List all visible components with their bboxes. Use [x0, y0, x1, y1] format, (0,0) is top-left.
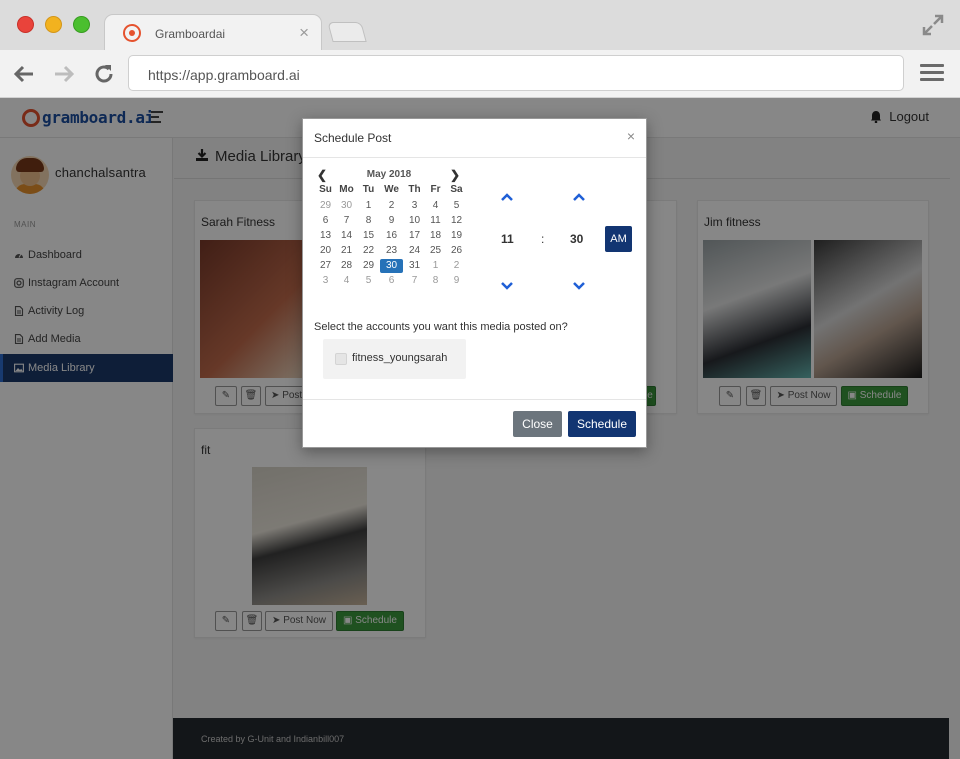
- calendar-day[interactable]: 3: [403, 199, 426, 213]
- calendar-day[interactable]: 2: [445, 259, 468, 273]
- minute-up-icon[interactable]: [573, 193, 585, 201]
- calendar-day[interactable]: 4: [424, 199, 447, 213]
- calendar-day[interactable]: 9: [445, 274, 468, 288]
- account-checkbox[interactable]: [335, 353, 347, 365]
- am-pm-toggle[interactable]: AM: [605, 226, 632, 252]
- account-option[interactable]: fitness_youngsarah: [323, 339, 466, 379]
- weekday-header: Su: [319, 184, 332, 195]
- tab-title: Gramboardai: [155, 27, 226, 41]
- calendar-day[interactable]: 6: [314, 214, 337, 228]
- calendar-month-label[interactable]: May 2018: [311, 169, 467, 180]
- calendar-day[interactable]: 20: [314, 244, 337, 258]
- accounts-prompt: Select the accounts you want this media …: [314, 321, 568, 333]
- calendar-day[interactable]: 11: [424, 214, 447, 228]
- calendar-day[interactable]: 7: [403, 274, 426, 288]
- weekday-header: Sa: [450, 184, 463, 195]
- calendar-day[interactable]: 10: [403, 214, 426, 228]
- window-maximize-button[interactable]: [73, 16, 90, 33]
- account-name: fitness_youngsarah: [352, 352, 448, 364]
- calendar-day[interactable]: 8: [424, 274, 447, 288]
- calendar-day[interactable]: 22: [357, 244, 380, 258]
- calendar-day[interactable]: 3: [314, 274, 337, 288]
- calendar-day[interactable]: 1: [424, 259, 447, 273]
- calendar-day[interactable]: 24: [403, 244, 426, 258]
- hour-up-icon[interactable]: [501, 193, 513, 201]
- close-icon[interactable]: ×: [627, 129, 635, 143]
- weekday-header: Th: [408, 184, 421, 195]
- close-button[interactable]: Close: [513, 411, 562, 437]
- calendar-day[interactable]: 23: [380, 244, 403, 258]
- divider: [303, 157, 646, 158]
- calendar-day[interactable]: 4: [335, 274, 358, 288]
- calendar-day[interactable]: 30: [380, 259, 403, 273]
- calendar-day[interactable]: 5: [445, 199, 468, 213]
- weekday-header: Tu: [362, 184, 375, 195]
- back-arrow-icon[interactable]: [12, 62, 36, 86]
- calendar-day[interactable]: 25: [424, 244, 447, 258]
- schedule-submit-button[interactable]: Schedule: [568, 411, 636, 437]
- forward-arrow-icon[interactable]: [52, 62, 76, 86]
- browser-tabstrip: Gramboardai ×: [0, 0, 960, 52]
- browser-tab[interactable]: Gramboardai ×: [104, 14, 322, 52]
- calendar-day[interactable]: 16: [380, 229, 403, 243]
- calendar-day[interactable]: 5: [357, 274, 380, 288]
- calendar-day[interactable]: 17: [403, 229, 426, 243]
- calendar-day[interactable]: 29: [357, 259, 380, 273]
- minute-down-icon[interactable]: [573, 282, 585, 290]
- calendar-day[interactable]: 7: [335, 214, 358, 228]
- calendar-day[interactable]: 18: [424, 229, 447, 243]
- calendar-day[interactable]: 2: [380, 199, 403, 213]
- tab-close-icon[interactable]: ×: [299, 23, 309, 43]
- hour-down-icon[interactable]: [501, 282, 513, 290]
- new-tab-button[interactable]: [327, 22, 367, 42]
- calendar-day[interactable]: 13: [314, 229, 337, 243]
- chevron-right-icon[interactable]: ❯: [450, 168, 460, 182]
- minute-value[interactable]: 30: [570, 232, 583, 246]
- divider: [303, 399, 646, 400]
- calendar-day[interactable]: 6: [380, 274, 403, 288]
- calendar-day[interactable]: 27: [314, 259, 337, 273]
- weekday-header: We: [384, 184, 399, 195]
- weekday-header: Mo: [339, 184, 354, 195]
- calendar-day[interactable]: 26: [445, 244, 468, 258]
- browser-menu-icon[interactable]: [920, 64, 944, 84]
- gramboard-favicon: [123, 24, 141, 42]
- time-separator: :: [541, 232, 545, 246]
- calendar-day[interactable]: 30: [335, 199, 358, 213]
- calendar-day[interactable]: 15: [357, 229, 380, 243]
- calendar-day[interactable]: 1: [357, 199, 380, 213]
- window-close-button[interactable]: [17, 16, 34, 33]
- calendar-day[interactable]: 9: [380, 214, 403, 228]
- address-bar[interactable]: https://app.gramboard.ai: [128, 55, 904, 91]
- reload-icon[interactable]: [92, 62, 116, 86]
- calendar-day[interactable]: 19: [445, 229, 468, 243]
- calendar-day[interactable]: 31: [403, 259, 426, 273]
- calendar-day[interactable]: 14: [335, 229, 358, 243]
- calendar-day[interactable]: 8: [357, 214, 380, 228]
- fullscreen-icon[interactable]: [922, 14, 944, 36]
- calendar-day[interactable]: 12: [445, 214, 468, 228]
- window-minimize-button[interactable]: [45, 16, 62, 33]
- calendar-day[interactable]: 29: [314, 199, 337, 213]
- calendar-day[interactable]: 21: [335, 244, 358, 258]
- url-text: https://app.gramboard.ai: [148, 67, 300, 83]
- calendar-day[interactable]: 28: [335, 259, 358, 273]
- browser-toolbar: https://app.gramboard.ai: [0, 50, 960, 98]
- schedule-post-modal: Schedule Post × ❮ May 2018 ❯ Su Mo Tu We Th F…: [302, 118, 647, 448]
- modal-title: Schedule Post: [314, 131, 392, 145]
- weekday-header: Fr: [430, 184, 441, 195]
- hour-value[interactable]: 11: [501, 232, 514, 246]
